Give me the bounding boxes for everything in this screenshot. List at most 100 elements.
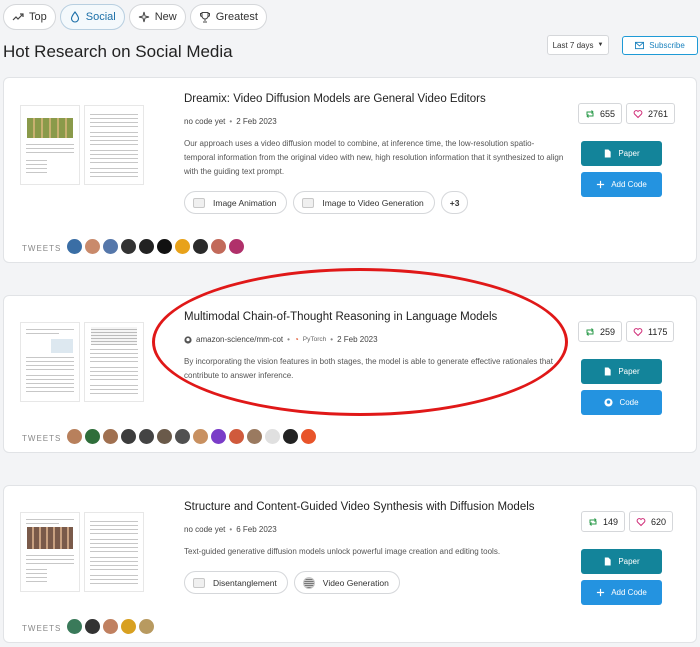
avatar[interactable] — [175, 239, 190, 254]
retweet-count[interactable]: 149 — [581, 511, 626, 532]
retweet-icon — [586, 109, 594, 118]
avatar[interactable] — [121, 619, 136, 634]
tweets-label: TWEETS — [22, 624, 62, 633]
tweets-label: TWEETS — [22, 244, 62, 253]
paper-button[interactable]: Paper — [581, 359, 662, 384]
pytorch-icon: ◔ — [293, 335, 299, 344]
period-dropdown[interactable]: Last 7 days ▼ — [547, 35, 609, 55]
retweet-count[interactable]: 655 — [578, 103, 623, 124]
tab-new-label: New — [154, 11, 177, 23]
add-code-button[interactable]: Add Code — [581, 172, 662, 197]
code-status: no code yet — [184, 117, 226, 126]
tab-top[interactable]: Top — [3, 4, 56, 30]
paper-page-thumbnail — [20, 105, 80, 185]
paper-description: Our approach uses a video diffusion mode… — [184, 139, 564, 176]
paper-title[interactable]: Multimodal Chain-of-Thought Reasoning in… — [184, 311, 497, 323]
github-icon — [604, 398, 613, 407]
caret-down-icon: ▼ — [597, 42, 604, 48]
document-icon — [605, 149, 611, 158]
retweet-icon — [586, 327, 594, 336]
subscribe-button[interactable]: Subscribe — [622, 36, 698, 55]
avatar[interactable] — [67, 429, 82, 444]
mail-icon — [635, 41, 645, 50]
retweet-count[interactable]: 259 — [578, 321, 623, 342]
avatar[interactable] — [157, 429, 172, 444]
drop-icon — [69, 11, 81, 23]
avatar[interactable] — [211, 429, 226, 444]
plus-icon — [597, 180, 605, 189]
tab-social[interactable]: Social — [59, 4, 125, 30]
paper-page-thumbnail — [84, 105, 144, 185]
avatar[interactable] — [103, 239, 118, 254]
avatar[interactable] — [265, 429, 280, 444]
plus-icon — [597, 588, 605, 597]
tab-new[interactable]: New — [128, 4, 186, 30]
avatar[interactable] — [85, 239, 100, 254]
avatar[interactable] — [67, 619, 82, 634]
paper-card: Multimodal Chain-of-Thought Reasoning in… — [3, 295, 697, 453]
paper-stats: 259 1175 — [578, 321, 675, 342]
paper-date: 2 Feb 2023 — [337, 335, 378, 344]
like-count[interactable]: 620 — [629, 511, 674, 532]
more-tags-button[interactable]: +3 — [440, 191, 469, 214]
avatar[interactable] — [103, 619, 118, 634]
paper-button[interactable]: Paper — [581, 549, 662, 574]
avatar[interactable] — [229, 239, 244, 254]
task-tag[interactable]: Video Generation — [293, 571, 400, 594]
task-thumbnail-icon — [193, 577, 205, 588]
paper-date: 2 Feb 2023 — [236, 117, 277, 126]
avatar[interactable] — [67, 239, 82, 254]
avatar[interactable] — [139, 239, 154, 254]
avatar[interactable] — [157, 239, 172, 254]
paper-page-thumbnail — [84, 322, 144, 402]
avatar[interactable] — [193, 429, 208, 444]
tab-greatest[interactable]: Greatest — [189, 4, 267, 30]
avatar[interactable] — [283, 429, 298, 444]
task-tag[interactable]: Image to Video Generation — [293, 191, 435, 214]
paper-button[interactable]: Paper — [581, 141, 662, 166]
avatar[interactable] — [229, 429, 244, 444]
tweets-label: TWEETS — [22, 434, 62, 443]
avatar[interactable] — [139, 619, 154, 634]
feed-tabs: Top Social New Greatest — [3, 4, 267, 30]
paper-page-thumbnail — [84, 512, 144, 592]
paper-thumbnails[interactable] — [20, 322, 144, 402]
paper-title[interactable]: Dreamix: Video Diffusion Models are Gene… — [184, 93, 486, 105]
paper-title[interactable]: Structure and Content-Guided Video Synth… — [184, 501, 535, 513]
paper-thumbnails[interactable] — [20, 512, 144, 592]
task-thumbnail-icon — [302, 197, 315, 208]
subscribe-label: Subscribe — [649, 41, 685, 50]
task-tag[interactable]: Image Animation — [184, 191, 288, 214]
add-code-button[interactable]: Add Code — [581, 580, 662, 605]
retweet-icon — [589, 517, 597, 526]
code-button[interactable]: Code — [581, 390, 662, 415]
tweet-avatars — [67, 429, 316, 444]
paper-card: Structure and Content-Guided Video Synth… — [3, 485, 697, 643]
avatar[interactable] — [121, 239, 136, 254]
avatar[interactable] — [85, 429, 100, 444]
heart-icon — [633, 109, 643, 118]
repo-link[interactable]: amazon-science/mm-cot — [196, 335, 283, 344]
avatar[interactable] — [103, 429, 118, 444]
page-title: Hot Research on Social Media — [3, 42, 233, 61]
tag-list: Image Animation Image to Video Generatio… — [184, 191, 469, 214]
trophy-icon — [199, 11, 211, 23]
avatar[interactable] — [121, 429, 136, 444]
like-count[interactable]: 1175 — [626, 321, 675, 342]
avatar[interactable] — [211, 239, 226, 254]
heart-icon — [633, 327, 643, 336]
task-tag[interactable]: Disentanglement — [184, 571, 288, 594]
paper-meta: no code yet • 6 Feb 2023 — [184, 525, 277, 534]
sparkle-icon — [138, 11, 150, 23]
task-thumbnail-icon — [302, 576, 315, 589]
avatar[interactable] — [139, 429, 154, 444]
code-status: no code yet — [184, 525, 226, 534]
avatar[interactable] — [85, 619, 100, 634]
like-count[interactable]: 2761 — [626, 103, 676, 124]
avatar[interactable] — [193, 239, 208, 254]
framework-label: PyTorch — [302, 336, 327, 343]
avatar[interactable] — [175, 429, 190, 444]
avatar[interactable] — [247, 429, 262, 444]
avatar[interactable] — [301, 429, 316, 444]
paper-thumbnails[interactable] — [20, 105, 144, 185]
